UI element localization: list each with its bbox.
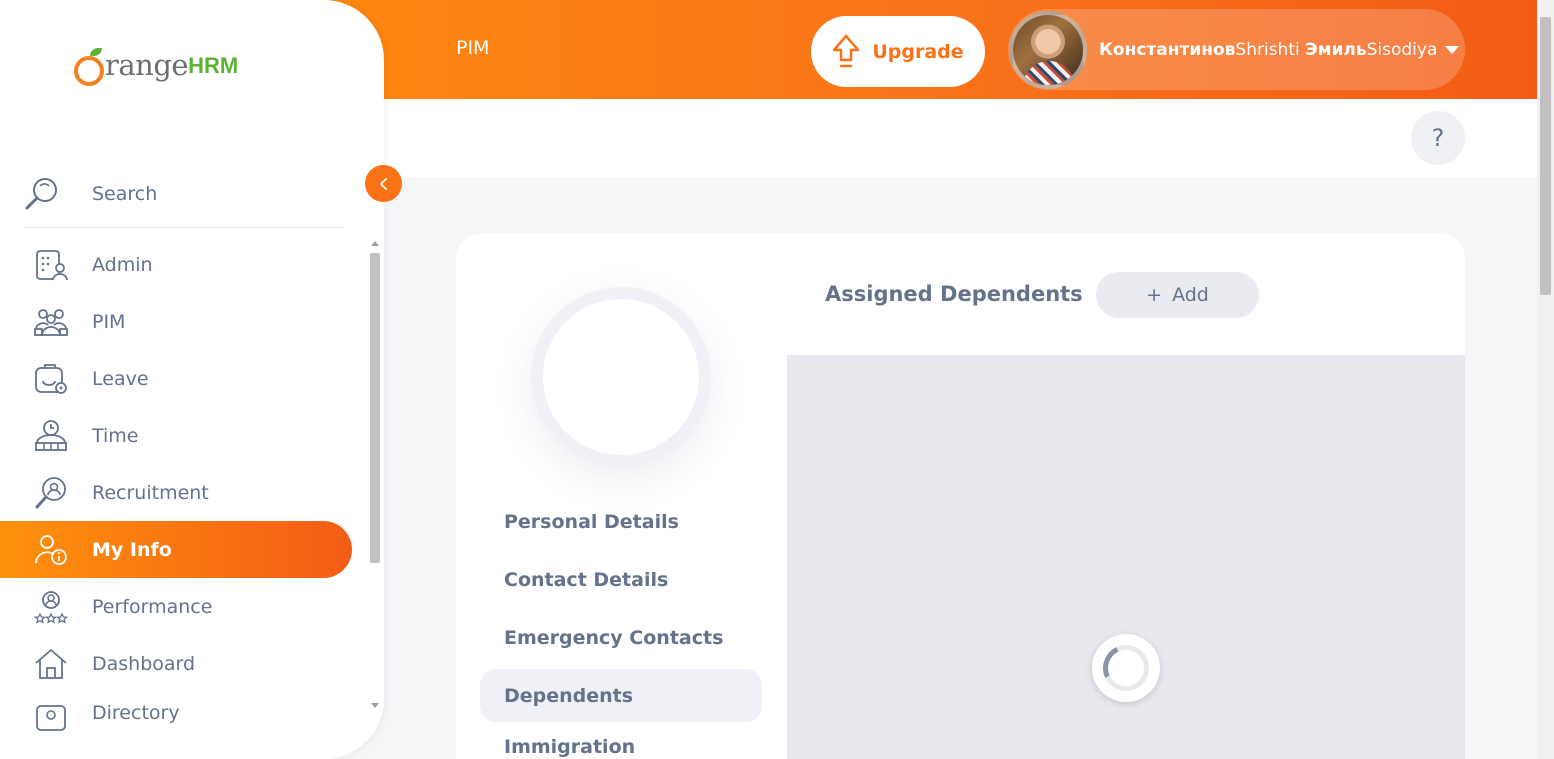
performance-icon: [34, 590, 68, 624]
section-title: Assigned Dependents: [825, 282, 1083, 306]
sidebar-item-dashboard[interactable]: Dashboard: [0, 635, 384, 692]
dashboard-icon: [35, 648, 67, 679]
add-label: Add: [1172, 284, 1209, 306]
sidebar-scroll-thumb[interactable]: [370, 253, 380, 563]
search-icon: [25, 177, 57, 209]
chevron-left-icon: [379, 177, 387, 190]
tab-personal-details[interactable]: Personal Details: [480, 493, 762, 551]
tab-dependents[interactable]: Dependents: [480, 669, 762, 722]
leave-icon: [35, 363, 67, 394]
sidebar-item-recruitment[interactable]: Recruitment: [0, 464, 384, 521]
profile-tabs: Personal Details Contact Details Emergen…: [480, 493, 762, 759]
scroll-up-icon[interactable]: [371, 241, 379, 246]
sidebar: range HRM Search Admin PIM Leave Time Re…: [0, 0, 384, 759]
user-dropdown[interactable]: КонстантиновShrishti ЭмильSisodiya: [1008, 9, 1465, 90]
sidebar-item-admin[interactable]: Admin: [0, 236, 384, 293]
directory-icon: [36, 705, 66, 731]
add-button[interactable]: + Add: [1096, 272, 1259, 318]
spinner-icon: [1096, 638, 1156, 698]
my-info-icon: [35, 534, 67, 565]
orangehrm-logo[interactable]: range HRM: [74, 48, 238, 86]
loading-spinner: [1092, 634, 1160, 702]
sidebar-item-my-info[interactable]: My Info: [0, 521, 352, 578]
user-name: КонстантиновShrishti ЭмильSisodiya: [1099, 39, 1438, 60]
page-scroll-thumb[interactable]: [1540, 17, 1551, 295]
collapse-sidebar-button[interactable]: [365, 165, 402, 202]
page-scrollbar[interactable]: [1537, 0, 1554, 759]
admin-icon: [36, 249, 68, 280]
profile-picture[interactable]: [531, 287, 711, 467]
plus-icon: +: [1146, 284, 1163, 306]
tab-contact-details[interactable]: Contact Details: [480, 551, 762, 609]
pim-icon: [34, 308, 68, 336]
logo-orange-icon: [74, 48, 104, 86]
scroll-down-icon[interactable]: [371, 703, 379, 708]
tab-immigration[interactable]: Immigration: [480, 724, 762, 759]
sidebar-item-performance[interactable]: Performance: [0, 578, 384, 635]
sidebar-item-pim[interactable]: PIM: [0, 293, 384, 350]
avatar: [1009, 10, 1087, 89]
sidebar-item-leave[interactable]: Leave: [0, 350, 384, 407]
upgrade-button[interactable]: Upgrade: [811, 16, 985, 87]
sidebar-search[interactable]: Search: [24, 160, 344, 228]
help-button[interactable]: ?: [1411, 111, 1465, 165]
module-title: PIM: [456, 37, 490, 59]
time-icon: [35, 419, 67, 451]
sidebar-item-time[interactable]: Time: [0, 407, 384, 464]
recruitment-icon: [35, 476, 66, 508]
tab-emergency-contacts[interactable]: Emergency Contacts: [480, 609, 762, 667]
search-label: Search: [92, 182, 158, 205]
chevron-down-icon: [1445, 45, 1460, 54]
sidebar-item-directory[interactable]: Directory: [0, 692, 384, 732]
upgrade-arrow-icon: [833, 34, 860, 67]
main-menu: Admin PIM Leave Time Recruitment My Info…: [0, 236, 384, 732]
upgrade-label: Upgrade: [872, 40, 964, 63]
